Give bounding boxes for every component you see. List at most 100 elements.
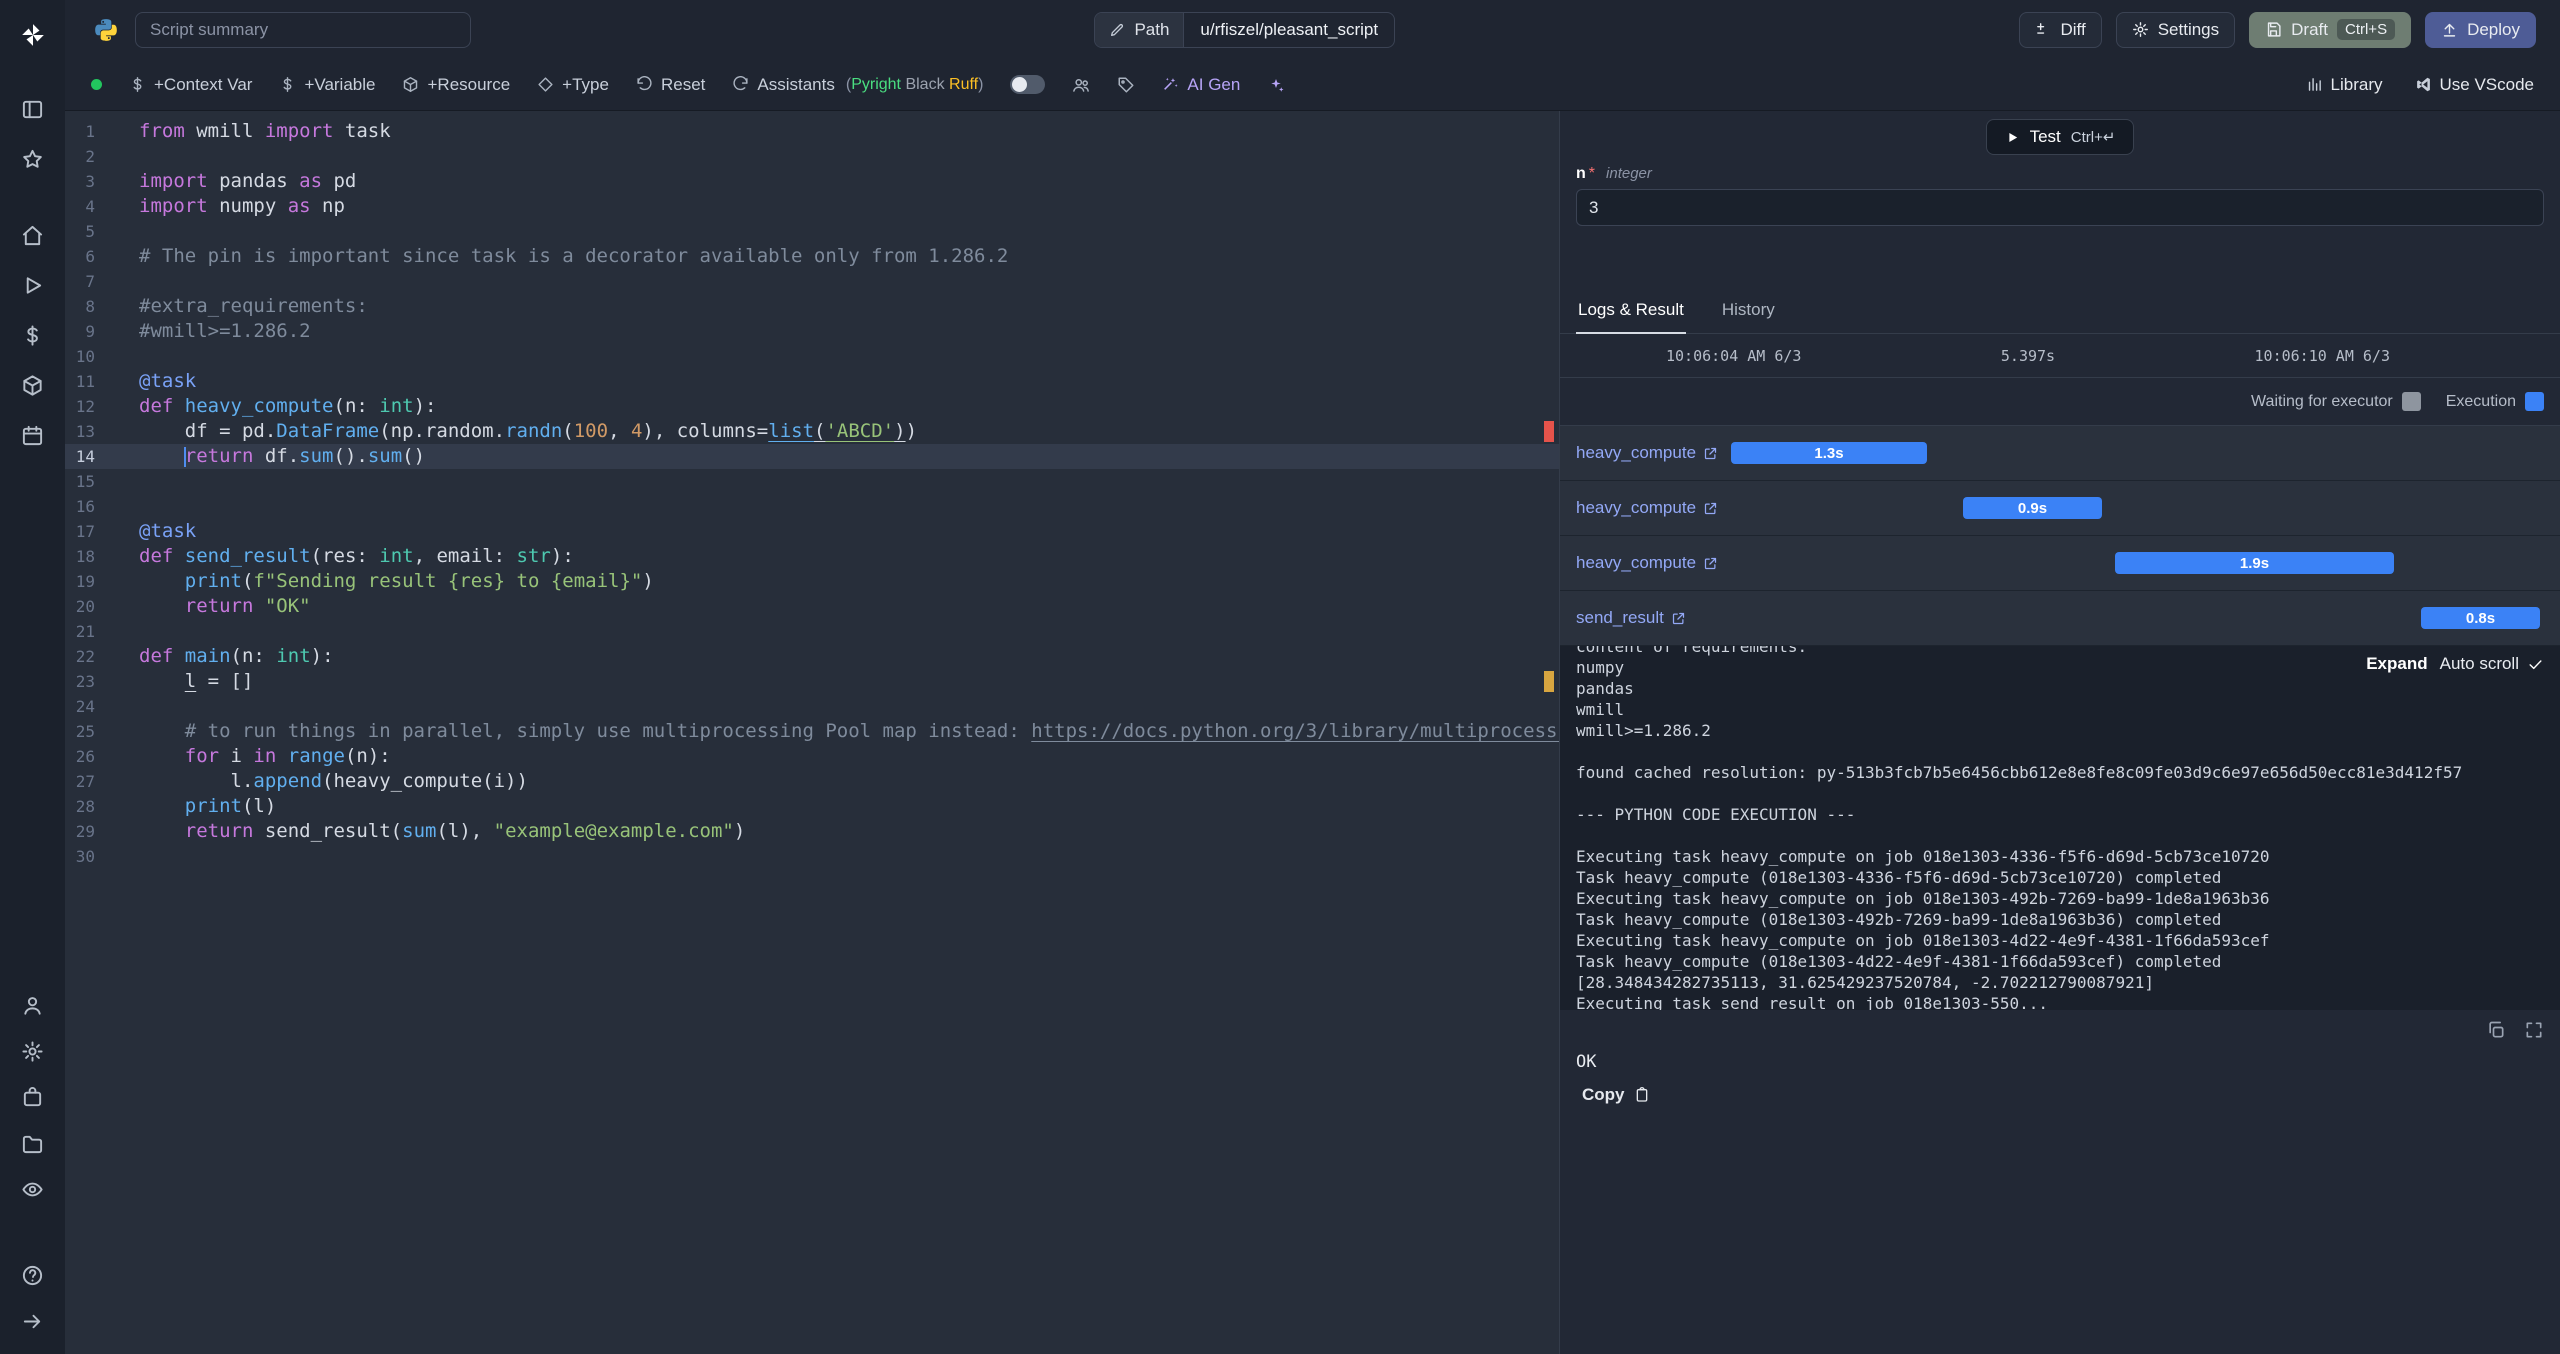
lint-assistants-status: (Pyright Black Ruff) (845, 75, 984, 93)
line-number: 27 (75, 772, 95, 791)
favorites-icon[interactable] (13, 134, 53, 184)
code-line-3[interactable]: 3 import pandas as pd (65, 169, 1559, 194)
code-line-14[interactable]: 14 return df.sum().sum() (65, 444, 1559, 469)
ai-gen-button[interactable]: AI Gen (1162, 75, 1240, 95)
audit-logs-icon[interactable] (13, 1166, 53, 1212)
code-line-23[interactable]: 23 l = [] (65, 669, 1559, 694)
test-button[interactable]: Test Ctrl+↵ (1985, 119, 2135, 155)
code-line-6[interactable]: 6 # The pin is important since task is a … (65, 244, 1559, 269)
variables-icon[interactable] (13, 310, 53, 360)
task-name: send_result (1576, 608, 1664, 627)
code-line-2[interactable]: 2 (65, 144, 1559, 169)
lint-ruff: Ruff (944, 75, 979, 93)
deploy-button[interactable]: Deploy (2425, 11, 2536, 48)
code-line-13[interactable]: 13 df = pd.DataFrame(np.random.randn(100… (65, 419, 1559, 444)
run-times: 10:06:04 AM 6/3 5.397s 10:06:10 AM 6/3 (1560, 334, 2560, 378)
folders-icon[interactable] (13, 1120, 53, 1166)
use-vscode-label: Use VScode (2439, 74, 2535, 94)
code-line-18[interactable]: 18 def send_result(res: int, email: str): (65, 544, 1559, 569)
code-line-9[interactable]: 9 #wmill>=1.286.2 (65, 319, 1559, 344)
task-link-heavy_compute[interactable]: heavy_compute (1576, 498, 1718, 518)
code-line-28[interactable]: 28 print(l) (65, 794, 1559, 819)
code-line-4[interactable]: 4 import numpy as np (65, 194, 1559, 219)
tag-icon[interactable] (1117, 76, 1135, 94)
copy-result-icon[interactable] (2486, 1020, 2506, 1040)
code-line-10[interactable]: 10 (65, 344, 1559, 369)
code-line-21[interactable]: 21 (65, 619, 1559, 644)
runs-icon[interactable] (13, 260, 53, 310)
windmill-logo-icon[interactable] (13, 12, 53, 58)
expand-logs-button[interactable]: Expand (2366, 654, 2427, 674)
code-line-19[interactable]: 19 print(f"Sending result {res} to {emai… (65, 569, 1559, 594)
code-editor[interactable]: 1 from wmill import task 2 3 import pandas a… (65, 111, 1559, 1354)
toolbar-item-variable[interactable]: +Variable (279, 75, 375, 95)
multiplayer-users-icon[interactable] (1072, 76, 1090, 94)
toolbar-item-reset[interactable]: Reset (636, 75, 705, 95)
task-link-heavy_compute[interactable]: heavy_compute (1576, 553, 1718, 573)
code-line-1[interactable]: 1 from wmill import task (65, 119, 1559, 144)
toolbar-item-label: +Resource (427, 74, 511, 94)
line-number: 3 (85, 172, 95, 191)
code-line-16[interactable]: 16 (65, 494, 1559, 519)
fullscreen-icon[interactable] (2524, 1020, 2544, 1040)
line-number: 20 (75, 597, 95, 616)
code-line-25[interactable]: 25 # to run things in parallel, simply u… (65, 719, 1559, 744)
sparkles-icon[interactable] (1267, 76, 1285, 94)
line-number: 24 (75, 697, 95, 716)
settings-button[interactable]: Settings (2115, 11, 2236, 48)
code-line-24[interactable]: 24 (65, 694, 1559, 719)
code-line-17[interactable]: 17 @task (65, 519, 1559, 544)
workers-icon[interactable] (13, 1074, 53, 1120)
assistants-button[interactable]: Assistants (732, 75, 835, 95)
account-icon[interactable] (13, 982, 53, 1028)
toolbar-item-contextvar[interactable]: +Context Var (129, 75, 252, 95)
legend-label: Waiting for executor (2251, 392, 2393, 410)
use-vscode-button[interactable]: Use VScode (2415, 74, 2535, 95)
code-line-27[interactable]: 27 l.append(heavy_compute(i)) (65, 769, 1559, 794)
autoscroll-checkbox[interactable]: Auto scroll (2440, 654, 2544, 674)
code-line-5[interactable]: 5 (65, 219, 1559, 244)
logs-viewer[interactable]: content of requirements: numpy pandas wm… (1560, 646, 2560, 1010)
code-line-11[interactable]: 11 @task (65, 369, 1559, 394)
toolbar-item-type[interactable]: +Type (537, 75, 609, 95)
n-input[interactable] (1576, 189, 2544, 226)
code-line-7[interactable]: 7 (65, 269, 1559, 294)
panels-icon[interactable] (13, 84, 53, 134)
edit-path-button[interactable]: Path (1095, 12, 1185, 47)
code-line-12[interactable]: 12 def heavy_compute(n: int): (65, 394, 1559, 419)
schedules-icon[interactable] (13, 410, 53, 460)
task-name: heavy_compute (1576, 443, 1697, 462)
assistants-toggle[interactable] (1010, 75, 1046, 94)
toolbar-item-resource[interactable]: +Resource (402, 75, 510, 95)
library-button[interactable]: Library (2306, 75, 2383, 95)
code-line-30[interactable]: 30 (65, 844, 1559, 869)
tab-history[interactable]: History (1720, 290, 1777, 333)
help-icon[interactable] (13, 1252, 53, 1298)
task-link-heavy_compute[interactable]: heavy_compute (1576, 443, 1718, 463)
editor-toolbar: +Context Var +Variable +Resource +Type Reset… (65, 59, 2560, 111)
line-number: 16 (75, 497, 95, 516)
line-number: 30 (75, 847, 95, 866)
code-line-8[interactable]: 8 #extra_requirements: (65, 294, 1559, 319)
diff-button[interactable]: Diff (2018, 11, 2102, 48)
gantt-legend: Waiting for executor Execution (1560, 378, 2560, 425)
script-summary-input[interactable] (135, 11, 471, 48)
resources-icon[interactable] (13, 360, 53, 410)
required-asterisk: * (1588, 165, 1596, 182)
task-link-send_result[interactable]: send_result (1576, 608, 1686, 628)
workspace-settings-icon[interactable] (13, 1028, 53, 1074)
draft-button[interactable]: Draft Ctrl+S (2249, 11, 2412, 48)
line-number: 7 (85, 272, 95, 291)
collapse-sidebar-icon[interactable] (13, 1298, 53, 1344)
copy-button[interactable]: Copy (1576, 1084, 1656, 1106)
code-line-20[interactable]: 20 return "OK" (65, 594, 1559, 619)
home-icon[interactable] (13, 210, 53, 260)
code-line-26[interactable]: 26 for i in range(n): (65, 744, 1559, 769)
tab-logs-result[interactable]: Logs & Result (1576, 290, 1686, 334)
execution-bar: 1.3s (1731, 442, 1927, 464)
settings-gear-icon (2132, 21, 2149, 38)
code-line-29[interactable]: 29 return send_result(sum(l), "example@e… (65, 819, 1559, 844)
code-line-22[interactable]: 22 def main(n: int): (65, 644, 1559, 669)
code-line-15[interactable]: 15 (65, 469, 1559, 494)
script-path[interactable]: u/rfiszel/pleasant_script (1184, 13, 1394, 47)
